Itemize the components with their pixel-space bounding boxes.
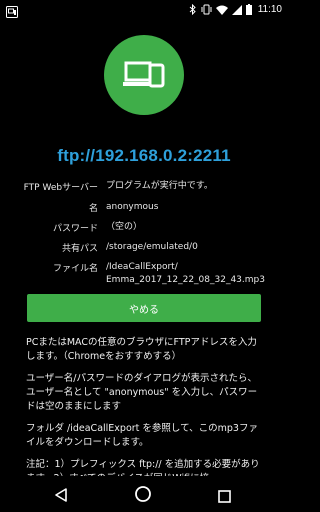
stop-button[interactable]: やめる (27, 294, 261, 322)
instruction-paragraph-3: フォルダ /ideaCallExport を参照して、このmp3ファイルをダウン… (26, 423, 258, 448)
filename-label: ファイル名 (52, 264, 98, 274)
server-value: プログラムが実行中です。 (106, 181, 213, 191)
name-value: anonymous (106, 202, 159, 212)
vibrate-icon (201, 0, 212, 19)
server-label: FTP Webサーバー (23, 183, 98, 193)
instructions: PCまたはMACの任意のブラウザにFTPアドレスを入力します。（Chromeをお… (26, 336, 266, 494)
ftp-address: ftp://192.168.0.2:2211 (57, 146, 231, 165)
bluetooth-icon (189, 0, 197, 19)
app-notification-icon (6, 3, 18, 18)
status-time: 11:10 (257, 3, 282, 15)
filename-value: /IdeaCallExport/ Emma_2017_12_22_08_32_4… (106, 261, 282, 287)
instruction-paragraph-2: ユーザー名/パスワードのダイアログが表示されたら、ユーザー名として "anony… (26, 373, 258, 412)
instruction-paragraph-1: PCまたはMACの任意のブラウザにFTPアドレスを入力します。（Chromeをお… (26, 337, 257, 362)
shared-path-value: /storage/emulated/0 (106, 242, 198, 252)
navigation-bar (0, 476, 288, 512)
password-label: パスワード (52, 224, 98, 234)
battery-icon (245, 0, 252, 19)
home-icon[interactable] (134, 485, 152, 507)
cellular-signal-icon (231, 0, 242, 19)
password-value: （空の） (106, 222, 143, 232)
filename-value-line2: Emma_2017_12_22_08_32_43.mp3 (106, 275, 265, 285)
status-bar: 11:10 (0, 0, 288, 18)
back-icon[interactable] (54, 487, 68, 506)
device-phone-laptop-icon (104, 35, 184, 115)
ftp-share-screen: 11:10 ftp://192.168.0.2:2211 FTP Webサーバー… (0, 0, 288, 512)
recent-apps-icon[interactable] (218, 488, 231, 507)
name-label: 名 (88, 204, 98, 214)
shared-path-label: 共有パス (61, 244, 98, 254)
filename-value-line1: /IdeaCallExport/ (106, 262, 178, 272)
wifi-icon (215, 0, 228, 19)
